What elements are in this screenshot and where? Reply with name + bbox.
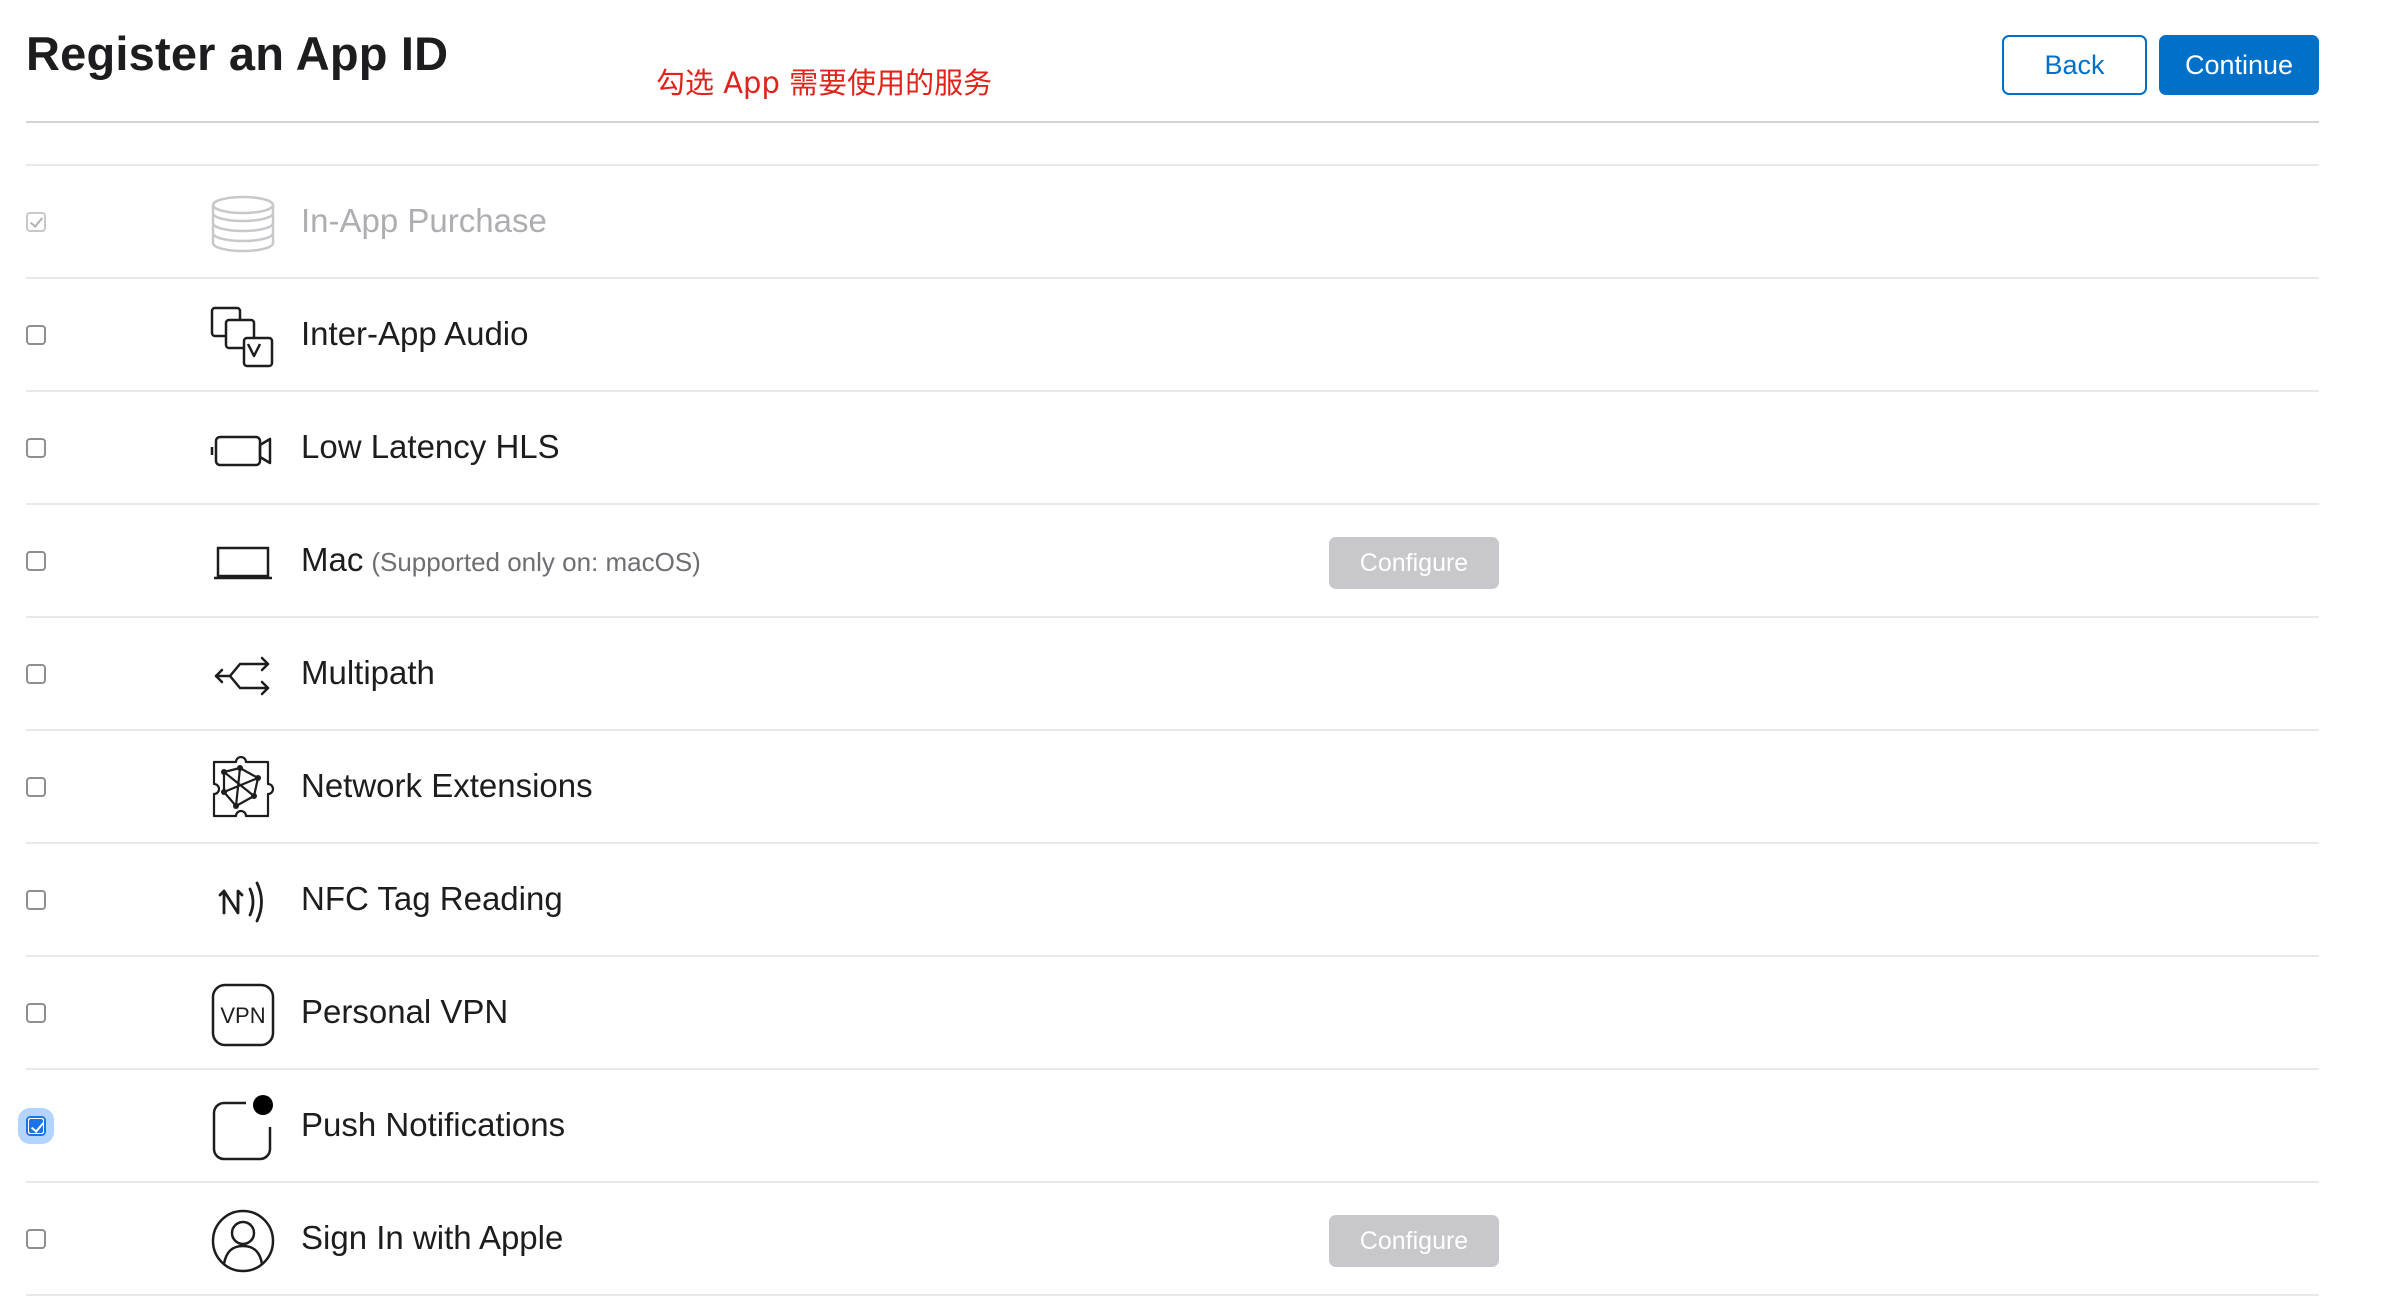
back-button[interactable]: Back xyxy=(2002,35,2147,95)
service-row-nfc-tag-reading: NFC Tag Reading xyxy=(0,842,2392,955)
sign-in-with-apple-checkbox[interactable] xyxy=(26,1229,46,1249)
service-row-network-extensions: Network Extensions xyxy=(0,729,2392,842)
row-divider xyxy=(26,390,2319,392)
list-end xyxy=(0,1294,2392,1314)
continue-button[interactable]: Continue xyxy=(2159,35,2319,95)
service-label: Mac (Supported only on: macOS) xyxy=(301,541,701,579)
mac-configure-button[interactable]: Configure xyxy=(1329,537,1499,589)
service-row-multipath: Multipath xyxy=(0,616,2392,729)
service-label: Push Notifications xyxy=(301,1106,566,1143)
row-divider xyxy=(26,1294,2319,1296)
service-label: NFC Tag Reading xyxy=(301,880,563,917)
row-divider xyxy=(26,616,2319,618)
scrolled-row-partial xyxy=(26,104,2319,164)
service-row-low-latency-hls: Low Latency HLS xyxy=(0,390,2392,503)
push-notification-icon xyxy=(210,1095,276,1161)
services-list: In-App Purchase Inter-App Audio Low Late… xyxy=(0,164,2392,1314)
service-label: In-App Purchase xyxy=(301,202,547,239)
service-label: Inter-App Audio xyxy=(301,315,529,352)
service-label: Multipath xyxy=(301,654,435,691)
row-divider xyxy=(26,164,2319,166)
row-divider xyxy=(26,503,2319,505)
service-row-sign-in-with-apple: Sign In with Apple Configure xyxy=(0,1181,2392,1294)
personal-vpn-checkbox[interactable] xyxy=(26,1003,46,1023)
inter-app-audio-checkbox[interactable] xyxy=(26,325,46,345)
network-extensions-checkbox[interactable] xyxy=(26,777,46,797)
service-label: Network Extensions xyxy=(301,767,593,804)
nfc-icon xyxy=(210,869,276,935)
service-platform-note: (Supported only on: macOS) xyxy=(371,547,701,577)
service-row-in-app-purchase: In-App Purchase xyxy=(0,164,2392,277)
row-divider xyxy=(26,842,2319,844)
row-divider xyxy=(26,1068,2319,1070)
service-label-text: Mac xyxy=(301,541,364,578)
low-latency-hls-checkbox[interactable] xyxy=(26,438,46,458)
inter-app-audio-icon xyxy=(210,304,276,370)
network-extensions-icon xyxy=(210,756,276,822)
row-divider xyxy=(26,729,2319,731)
video-camera-icon xyxy=(210,417,276,483)
service-label: Low Latency HLS xyxy=(301,428,560,465)
annotation-text: 勾选 App 需要使用的服务 xyxy=(656,66,993,100)
person-circle-icon xyxy=(210,1208,276,1274)
in-app-purchase-checkbox xyxy=(26,212,46,232)
service-row-personal-vpn: VPN Personal VPN xyxy=(0,955,2392,1068)
page-title: Register an App ID xyxy=(26,27,449,80)
multipath-arrows-icon xyxy=(210,643,276,709)
vpn-icon: VPN xyxy=(210,982,276,1048)
laptop-icon xyxy=(210,530,276,596)
push-notifications-checkbox[interactable] xyxy=(18,1108,54,1144)
service-label: Personal VPN xyxy=(301,993,509,1030)
sign-in-with-apple-configure-button[interactable]: Configure xyxy=(1329,1215,1499,1267)
service-row-inter-app-audio: Inter-App Audio xyxy=(0,277,2392,390)
nfc-tag-reading-checkbox[interactable] xyxy=(26,890,46,910)
multipath-checkbox[interactable] xyxy=(26,664,46,684)
service-row-mac: Mac (Supported only on: macOS) Configure xyxy=(0,503,2392,616)
svg-text:VPN: VPN xyxy=(220,1003,265,1028)
row-divider xyxy=(26,277,2319,279)
row-divider xyxy=(26,955,2319,957)
service-label: Sign In with Apple xyxy=(301,1219,564,1256)
row-divider xyxy=(26,1181,2319,1183)
service-row-push-notifications: Push Notifications xyxy=(0,1068,2392,1181)
mac-checkbox[interactable] xyxy=(26,551,46,571)
coins-stack-icon xyxy=(210,191,276,257)
